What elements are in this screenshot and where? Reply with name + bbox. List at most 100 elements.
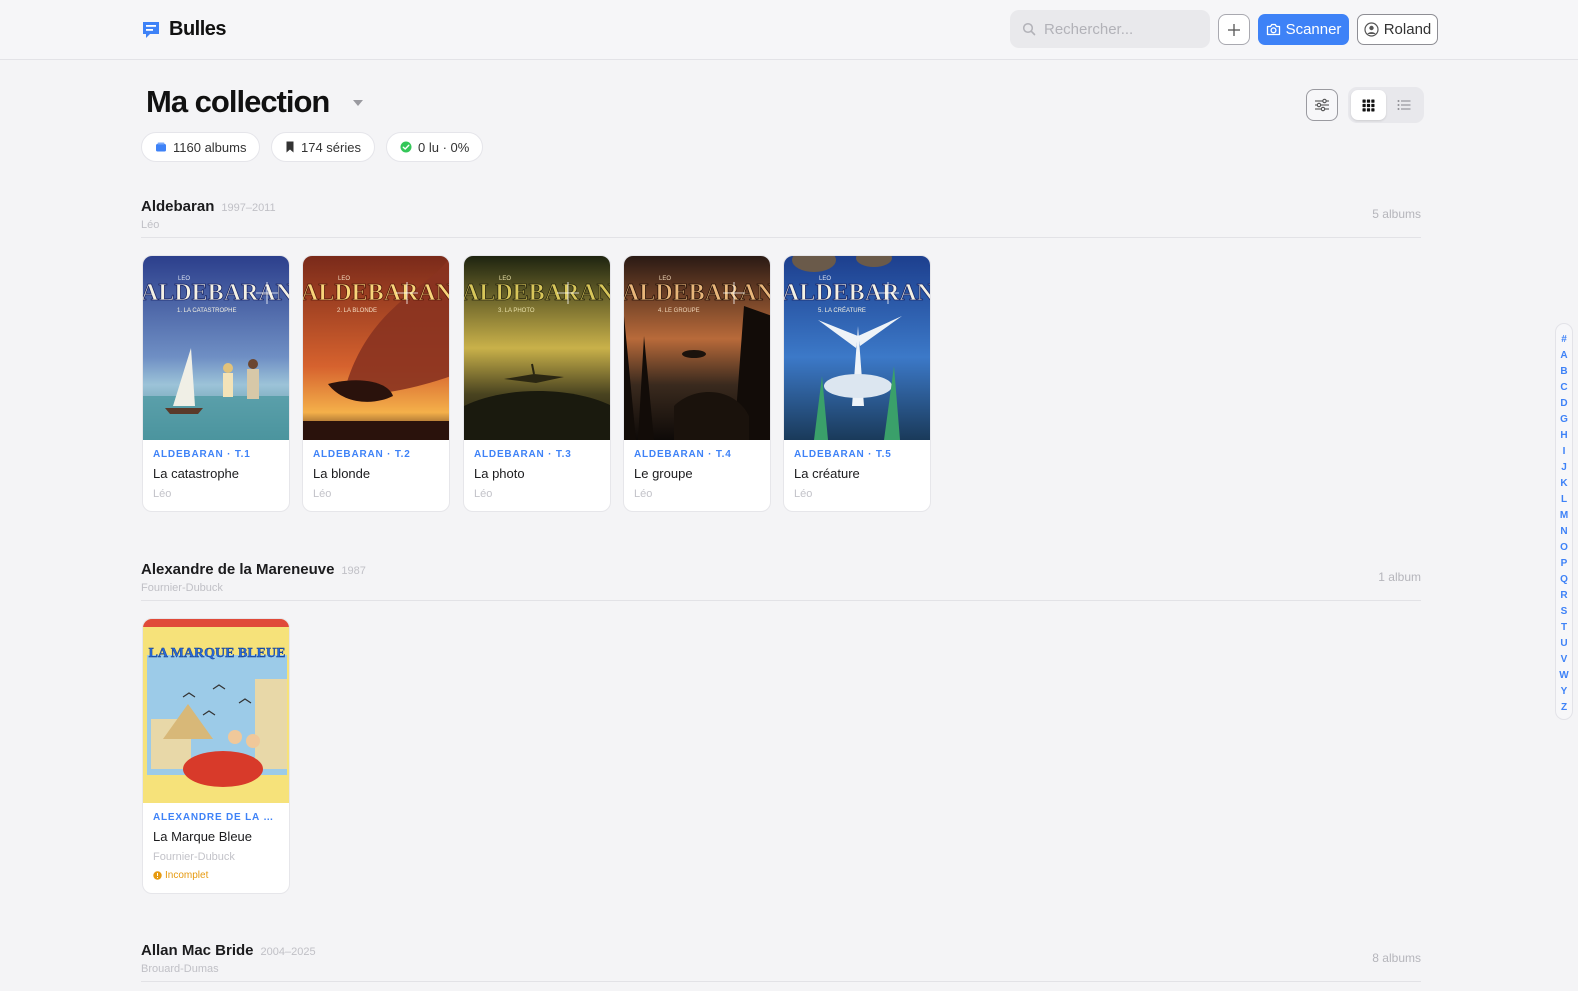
- alphabet-letter[interactable]: H: [1560, 428, 1567, 444]
- alphabet-letter[interactable]: I: [1563, 444, 1566, 460]
- album-cover: ALDEBARAN LEO 2. LA BLONDE: [303, 256, 450, 440]
- series-count-badge: 174 séries: [271, 132, 375, 162]
- filter-button[interactable]: [1306, 89, 1338, 121]
- series-years: 1987: [341, 565, 366, 577]
- albums-count: 1160 albums: [173, 139, 247, 155]
- alphabet-letter[interactable]: J: [1561, 460, 1567, 476]
- cover-author-text: LEO: [178, 276, 190, 282]
- search-input[interactable]: [1044, 20, 1204, 38]
- series-album-count: 8 albums: [1372, 951, 1421, 965]
- album-cover: ALDEBARAN LEO 3. LA PHOTO: [464, 256, 611, 440]
- alphabet-letter[interactable]: D: [1560, 396, 1567, 412]
- user-icon: [1364, 22, 1379, 37]
- alphabet-letter[interactable]: P: [1561, 556, 1568, 572]
- alphabet-letter[interactable]: R: [1560, 588, 1567, 604]
- warning-icon: [153, 871, 162, 880]
- series-header-allan-mac-bride[interactable]: Allan Mac Bride 2004–2025 Brouard-Dumas …: [141, 942, 1421, 982]
- cover-subtitle-text: 4. LE GROUPE: [658, 308, 700, 314]
- cover-author-text: LEO: [499, 276, 511, 282]
- alphabet-letter[interactable]: G: [1560, 412, 1568, 428]
- user-menu-button[interactable]: Roland: [1357, 14, 1438, 45]
- cover-author-text: LEO: [338, 276, 350, 282]
- series-author: Léo: [141, 219, 160, 231]
- cover-logo-text: ALDEBARAN: [303, 280, 450, 306]
- cover-subtitle-text: 1. LA CATASTROPHE: [177, 308, 236, 314]
- album-card[interactable]: ALDEBARAN LEO 4. LE GROUPE ALDEBARAN · T…: [623, 255, 771, 512]
- cover-logo-text: ALDEBARAN: [784, 280, 931, 306]
- caret-down-icon[interactable]: [353, 100, 363, 106]
- alphabet-letter[interactable]: W: [1559, 668, 1568, 684]
- scan-label: Scanner: [1285, 21, 1342, 38]
- album-status: Incomplet: [165, 870, 209, 881]
- grid-icon: [1362, 99, 1375, 111]
- series-author: Brouard-Dumas: [141, 963, 219, 975]
- albums-count-badge: 1160 albums: [141, 132, 261, 162]
- alphabet-letter[interactable]: #: [1561, 332, 1567, 348]
- album-cover: LA MARQUE BLEUE: [143, 619, 289, 803]
- cover-author-text: LEO: [659, 276, 671, 282]
- user-name: Roland: [1383, 21, 1432, 38]
- series-name: Allan Mac Bride: [141, 942, 254, 959]
- album-cover: ALDEBARAN LEO 5. LA CRÉATURE: [784, 256, 931, 440]
- alphabet-letter[interactable]: Z: [1561, 700, 1567, 716]
- series-header-alexandre-de-la-mareneuve[interactable]: Alexandre de la Mareneuve 1987 Fournier-…: [141, 561, 1421, 601]
- album-author: Léo: [474, 488, 493, 500]
- cover-author-text: LEO: [819, 276, 831, 282]
- top-bar: Bulles Scanner Roland: [0, 0, 1578, 60]
- album-author: Léo: [313, 488, 332, 500]
- series-name: Alexandre de la Mareneuve: [141, 561, 335, 578]
- search-box[interactable]: [1010, 10, 1210, 48]
- alphabet-letter[interactable]: O: [1560, 540, 1568, 556]
- alphabet-letter[interactable]: U: [1560, 636, 1567, 652]
- alphabet-letter[interactable]: Y: [1561, 684, 1568, 700]
- cover-logo-text: ALDEBARAN: [464, 280, 611, 306]
- alphabet-letter[interactable]: T: [1561, 620, 1567, 636]
- album-author: Fournier-Dubuck: [153, 851, 235, 863]
- camera-icon: [1266, 23, 1280, 36]
- check-circle-icon: [400, 141, 412, 153]
- add-button[interactable]: [1218, 14, 1250, 45]
- album-author: Léo: [634, 488, 653, 500]
- album-title: La photo: [474, 466, 525, 481]
- alphabet-letter[interactable]: M: [1560, 508, 1568, 524]
- series-years: 2004–2025: [260, 946, 316, 958]
- view-tools: [1306, 87, 1424, 123]
- series-count: 174 séries: [301, 139, 361, 155]
- read-count: 0 lu · 0%: [418, 139, 470, 155]
- album-title: La créature: [794, 466, 860, 481]
- alphabet-letter[interactable]: Q: [1560, 572, 1568, 588]
- page-title[interactable]: Ma collection: [146, 84, 330, 120]
- album-card[interactable]: ALDEBARAN LEO 5. LA CRÉATURE ALDEBARAN ·…: [783, 255, 931, 512]
- alphabet-letter[interactable]: V: [1561, 652, 1568, 668]
- books-icon: [156, 142, 166, 152]
- series-album-count: 5 albums: [1372, 207, 1421, 221]
- alphabet-letter[interactable]: A: [1560, 348, 1567, 364]
- album-author: Léo: [153, 488, 172, 500]
- cover-subtitle-text: 2. LA BLONDE: [337, 308, 377, 314]
- series-name: Aldebaran: [141, 198, 215, 215]
- alphabet-letter[interactable]: N: [1560, 524, 1567, 540]
- album-card[interactable]: ALDEBARAN LEO 3. LA PHOTO ALDEBARAN · T.…: [463, 255, 611, 512]
- series-header-aldebaran[interactable]: Aldebaran 1997–2011 Léo 5 albums: [141, 198, 1421, 238]
- cover-logo-text: ALDEBARAN: [624, 280, 771, 306]
- list-view-button[interactable]: [1386, 90, 1421, 120]
- album-title: La Marque Bleue: [153, 829, 253, 844]
- alphabet-letter[interactable]: L: [1561, 492, 1567, 508]
- album-series: ALDEBARAN · T.3: [474, 449, 572, 460]
- sliders-icon: [1315, 98, 1329, 112]
- alphabet-letter[interactable]: C: [1560, 380, 1567, 396]
- scan-button[interactable]: Scanner: [1258, 14, 1349, 45]
- series-album-count: 1 album: [1378, 570, 1421, 584]
- brand[interactable]: Bulles: [141, 18, 227, 41]
- album-title: La catastrophe: [153, 466, 240, 481]
- series-title: Aldebaran 1997–2011: [141, 198, 276, 215]
- search-icon: [1022, 22, 1036, 36]
- list-icon: [1397, 100, 1410, 110]
- album-card[interactable]: ALDEBARAN LEO 2. LA BLONDE ALDEBARAN · T…: [302, 255, 450, 512]
- album-card[interactable]: LA MARQUE BLEUE ALEXANDRE DE LA MARENEUV…: [142, 618, 290, 894]
- grid-view-button[interactable]: [1351, 90, 1386, 120]
- alphabet-letter[interactable]: S: [1561, 604, 1568, 620]
- alphabet-letter[interactable]: K: [1560, 476, 1567, 492]
- alphabet-letter[interactable]: B: [1560, 364, 1567, 380]
- album-card[interactable]: ALDEBARAN LEO 1. LA CATASTROPHE ALDEBARA…: [142, 255, 290, 512]
